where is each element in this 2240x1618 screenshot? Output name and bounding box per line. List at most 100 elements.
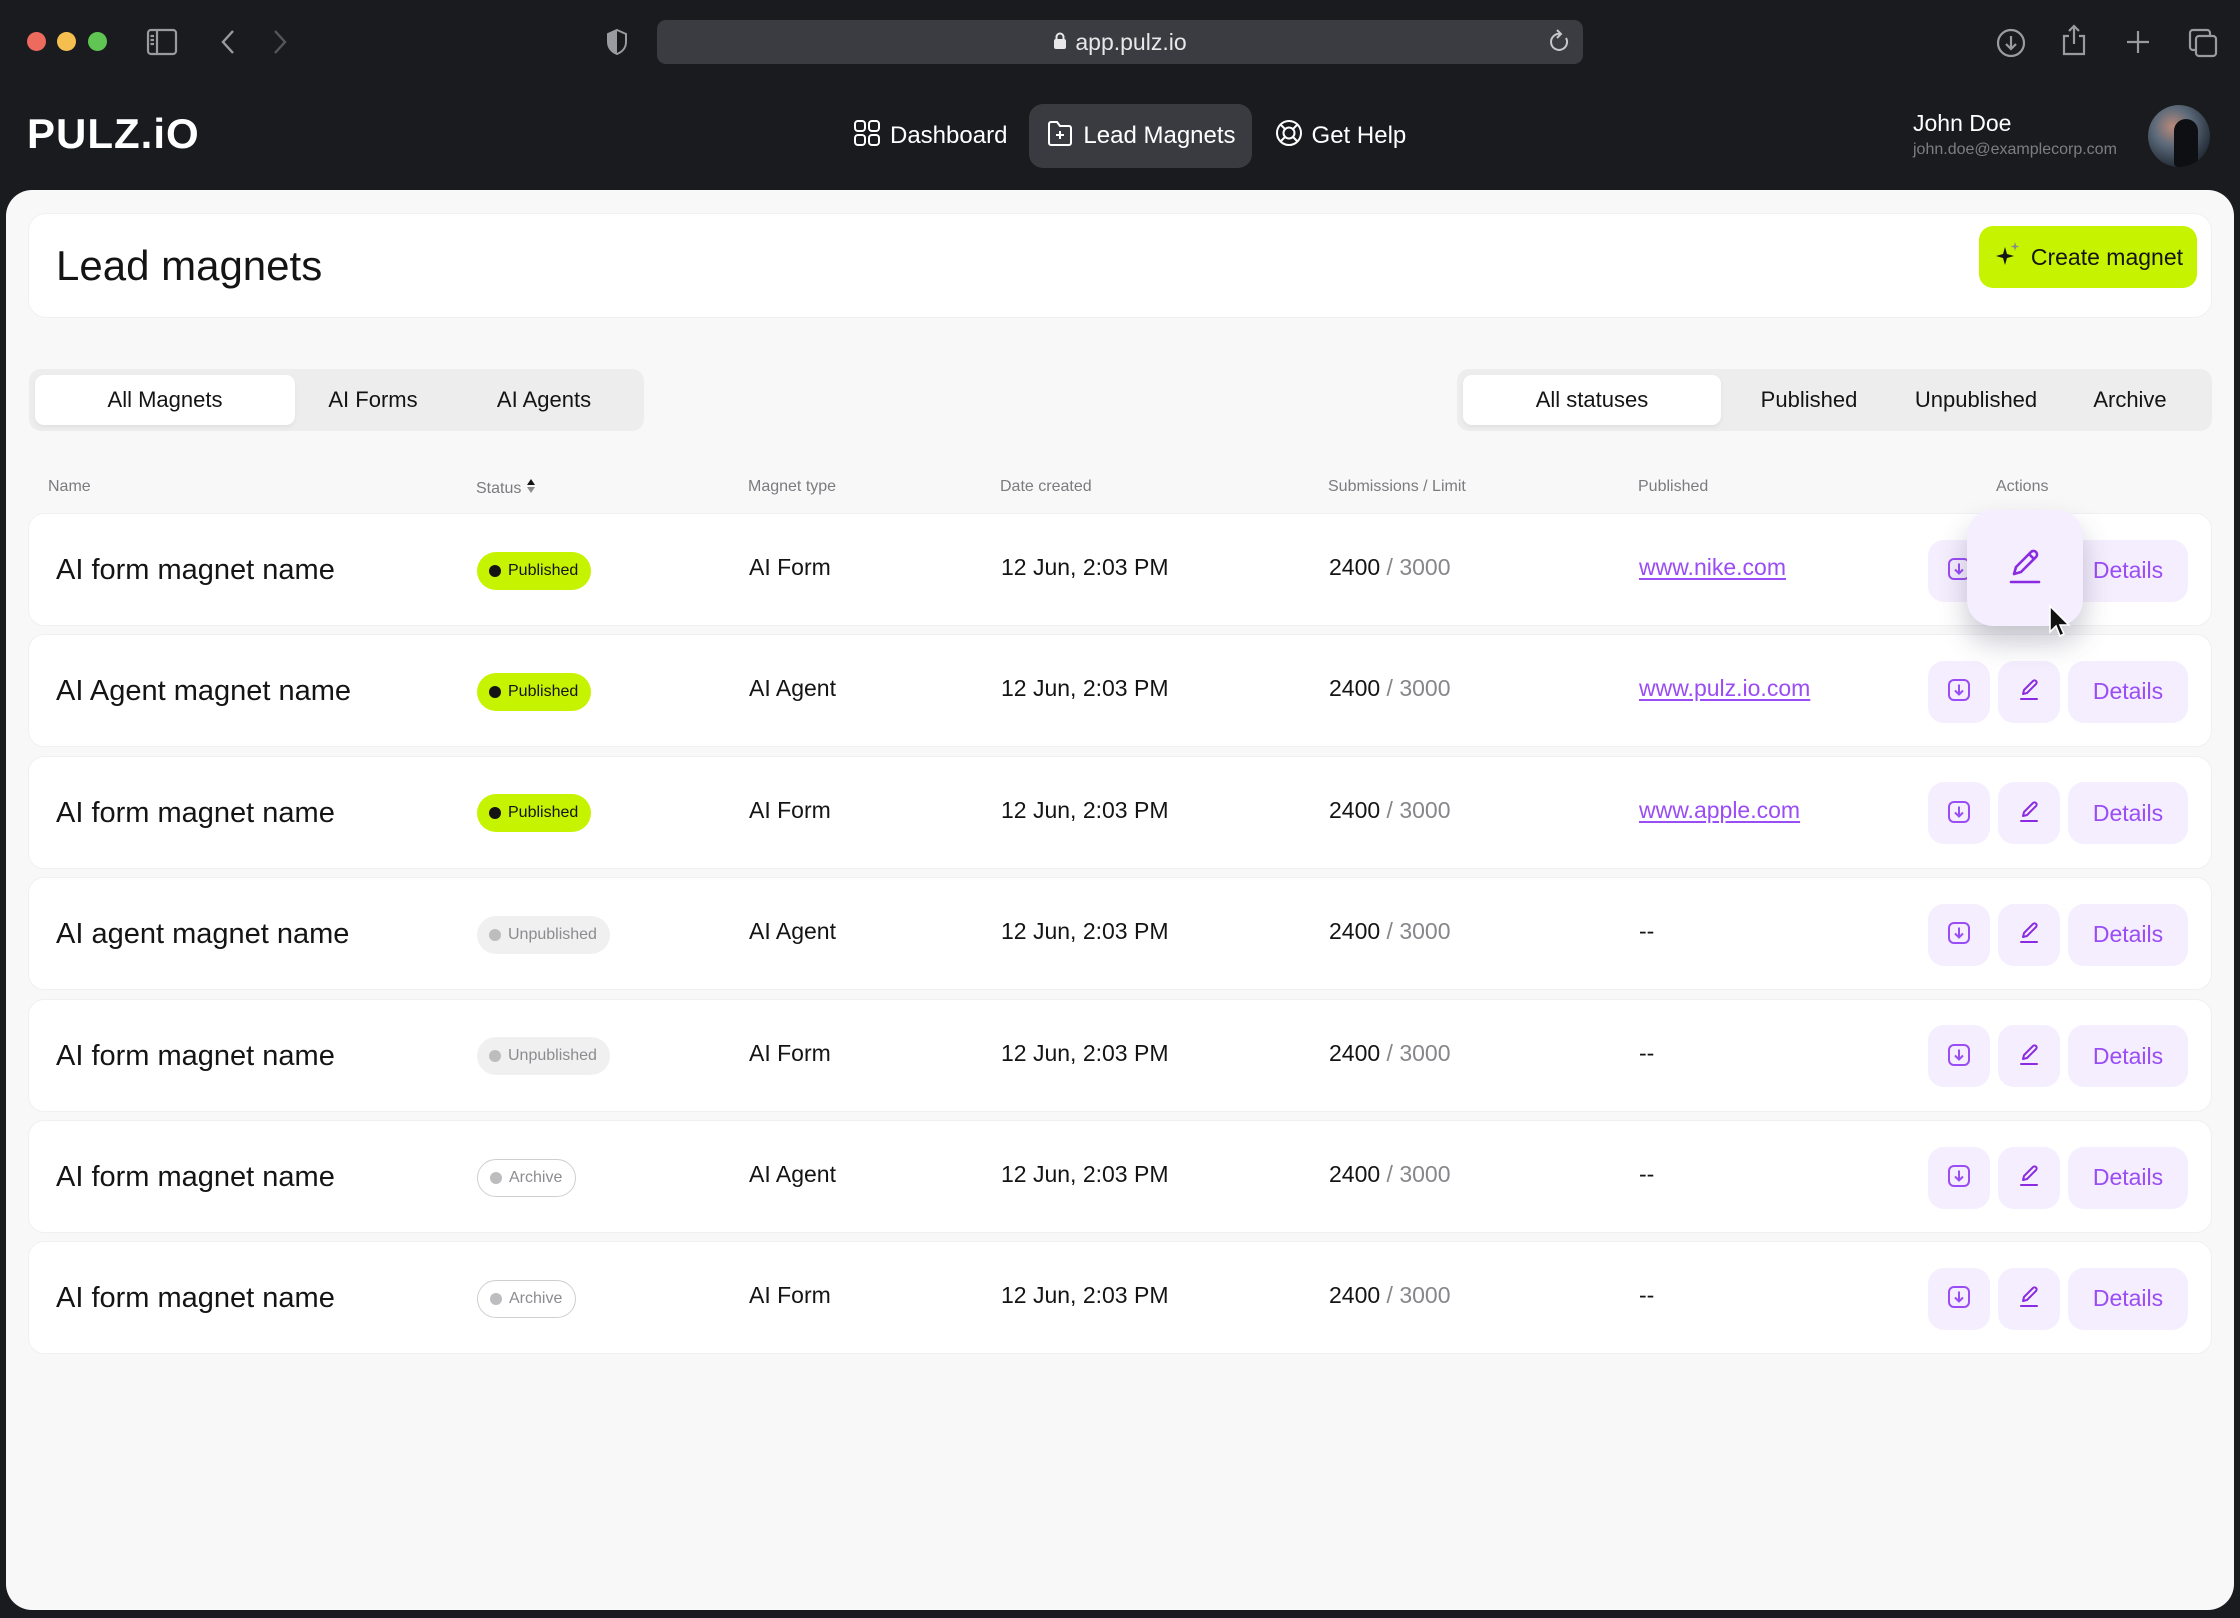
table-row[interactable]: AI form magnet name Published AI Form 12 Ju… bbox=[28, 755, 2212, 870]
magnet-type: AI Form bbox=[749, 1039, 831, 1066]
share-icon[interactable] bbox=[2061, 24, 2087, 61]
avatar[interactable] bbox=[2148, 105, 2210, 167]
status-badge: Archive bbox=[477, 1279, 577, 1318]
details-button[interactable]: Details bbox=[2068, 1146, 2188, 1209]
edit-button[interactable] bbox=[1998, 782, 2060, 845]
submissions-count: 2400 bbox=[1329, 1161, 1381, 1187]
download-icon[interactable] bbox=[1996, 28, 2026, 63]
magnet-type: AI Form bbox=[749, 554, 831, 580]
address-bar[interactable]: app.pulz.io bbox=[657, 20, 1583, 64]
magnet-name[interactable]: AI form magnet name bbox=[56, 1242, 335, 1355]
status-badge: Published bbox=[477, 794, 592, 833]
download-icon bbox=[1947, 921, 1971, 948]
close-window-button[interactable] bbox=[27, 32, 46, 51]
column-header-name[interactable]: Name bbox=[48, 478, 91, 496]
status-cell: Published bbox=[477, 635, 592, 748]
magnet-name[interactable]: AI Agent magnet name bbox=[56, 635, 351, 748]
magnet-name[interactable]: AI form magnet name bbox=[56, 757, 335, 870]
status-badge: Published bbox=[477, 551, 592, 590]
details-button[interactable]: Details bbox=[2068, 1267, 2188, 1330]
details-button[interactable]: Details bbox=[2068, 539, 2188, 602]
download-icon bbox=[1947, 1285, 1971, 1312]
published-link[interactable]: www.pulz.io.com bbox=[1639, 675, 1810, 702]
reload-icon[interactable] bbox=[1549, 29, 1571, 61]
submissions-count: 2400 bbox=[1329, 675, 1381, 702]
submissions-count: 2400 bbox=[1329, 918, 1381, 945]
download-button[interactable] bbox=[1928, 782, 1990, 845]
status-dot-icon bbox=[489, 928, 501, 941]
column-header-date[interactable]: Date created bbox=[1000, 478, 1092, 496]
edit-button[interactable] bbox=[1998, 1146, 2060, 1209]
submissions-limit-value: 3000 bbox=[1399, 796, 1451, 823]
download-button[interactable] bbox=[1928, 1146, 1990, 1209]
table-row[interactable]: AI form magnet name Archive AI Agent 12 Jun… bbox=[28, 1120, 2212, 1233]
tab-published[interactable]: Published bbox=[1721, 375, 1897, 425]
table-row[interactable]: AI form magnet name Unpublished AI Form 12 … bbox=[28, 998, 2212, 1113]
edit-button[interactable] bbox=[1998, 1025, 2060, 1088]
tab-unpublished[interactable]: Unpublished bbox=[1897, 375, 2055, 425]
lifebuoy-icon bbox=[1274, 118, 1304, 155]
details-button[interactable]: Details bbox=[2068, 1025, 2188, 1088]
column-header-published[interactable]: Published bbox=[1638, 478, 1708, 496]
table-row[interactable]: AI form magnet name Published AI Form 12 Ju… bbox=[28, 513, 2212, 626]
magnet-name[interactable]: AI form magnet name bbox=[56, 1000, 335, 1113]
tab-archive[interactable]: Archive bbox=[2055, 375, 2205, 425]
published-link[interactable]: www.apple.com bbox=[1639, 797, 1800, 824]
column-header-status-label: Status bbox=[476, 479, 522, 497]
new-tab-icon[interactable] bbox=[2126, 30, 2150, 59]
sort-icon[interactable] bbox=[526, 478, 536, 499]
download-button[interactable] bbox=[1928, 1267, 1990, 1330]
row-actions: Details bbox=[1928, 1242, 2188, 1355]
download-icon bbox=[1947, 1164, 1971, 1191]
status-cell: Published bbox=[477, 757, 592, 870]
edit-icon bbox=[2018, 1043, 2040, 1070]
status-cell: Unpublished bbox=[477, 878, 610, 991]
nav-lead-magnets-label: Lead Magnets bbox=[1083, 122, 1236, 149]
tab-all-statuses[interactable]: All statuses bbox=[1463, 375, 1721, 425]
download-button[interactable] bbox=[1928, 660, 1990, 723]
tab-ai-forms[interactable]: AI Forms bbox=[295, 375, 451, 425]
magnet-name[interactable]: AI agent magnet name bbox=[56, 878, 349, 991]
tabs-icon[interactable] bbox=[2188, 28, 2218, 63]
app-logo[interactable]: PULZ.iO bbox=[27, 110, 200, 158]
nav-get-help[interactable]: Get Help bbox=[1258, 104, 1423, 168]
edit-button[interactable] bbox=[1998, 660, 2060, 723]
edit-button[interactable] bbox=[1998, 1267, 2060, 1330]
published-cell: www.nike.com bbox=[1639, 511, 1786, 624]
submissions-limit: 2400 / 3000 bbox=[1329, 675, 1451, 702]
details-button[interactable]: Details bbox=[2068, 903, 2188, 966]
submissions-limit: 2400 / 3000 bbox=[1329, 1282, 1451, 1309]
create-magnet-button[interactable]: Create magnet bbox=[1978, 226, 2197, 288]
column-header-submissions[interactable]: Submissions / Limit bbox=[1328, 478, 1466, 496]
magnet-type: AI Agent bbox=[749, 1161, 836, 1187]
table-row[interactable]: AI Agent magnet name Published AI Agent 12 … bbox=[28, 634, 2212, 748]
tab-ai-agents[interactable]: AI Agents bbox=[451, 375, 637, 425]
column-header-type[interactable]: Magnet type bbox=[748, 478, 836, 496]
edit-button[interactable] bbox=[1998, 903, 2060, 966]
details-button[interactable]: Details bbox=[2068, 782, 2188, 845]
tab-all-magnets[interactable]: All Magnets bbox=[35, 375, 295, 425]
user-info[interactable]: John Doe john.doe@examplecorp.com bbox=[1913, 110, 2117, 159]
magnet-name[interactable]: AI form magnet name bbox=[56, 514, 335, 627]
maximize-window-button[interactable] bbox=[88, 32, 107, 51]
shield-icon[interactable] bbox=[606, 28, 628, 61]
magnet-type: AI Form bbox=[749, 796, 831, 823]
details-button[interactable]: Details bbox=[2068, 660, 2188, 723]
edit-icon bbox=[2018, 1285, 2040, 1312]
magnet-name[interactable]: AI form magnet name bbox=[56, 1121, 335, 1234]
download-button[interactable] bbox=[1928, 903, 1990, 966]
published-link[interactable]: www.nike.com bbox=[1639, 554, 1786, 581]
minimize-window-button[interactable] bbox=[57, 32, 76, 51]
back-icon[interactable] bbox=[220, 28, 236, 61]
sidebar-icon[interactable] bbox=[146, 28, 178, 61]
submissions-limit-value: 3000 bbox=[1399, 675, 1451, 702]
forward-icon[interactable] bbox=[272, 28, 288, 61]
submissions-limit-value: 3000 bbox=[1399, 1039, 1451, 1066]
status-badge: Unpublished bbox=[477, 915, 610, 954]
table-row[interactable]: AI form magnet name Archive AI Form 12 Jun,… bbox=[28, 1241, 2212, 1355]
column-header-status[interactable]: Status bbox=[476, 478, 536, 499]
table-row[interactable]: AI agent magnet name Unpublished AI Agent 1… bbox=[28, 877, 2212, 991]
nav-dashboard[interactable]: Dashboard bbox=[836, 104, 1023, 168]
download-button[interactable] bbox=[1928, 1025, 1990, 1088]
nav-lead-magnets[interactable]: Lead Magnets bbox=[1029, 104, 1252, 168]
